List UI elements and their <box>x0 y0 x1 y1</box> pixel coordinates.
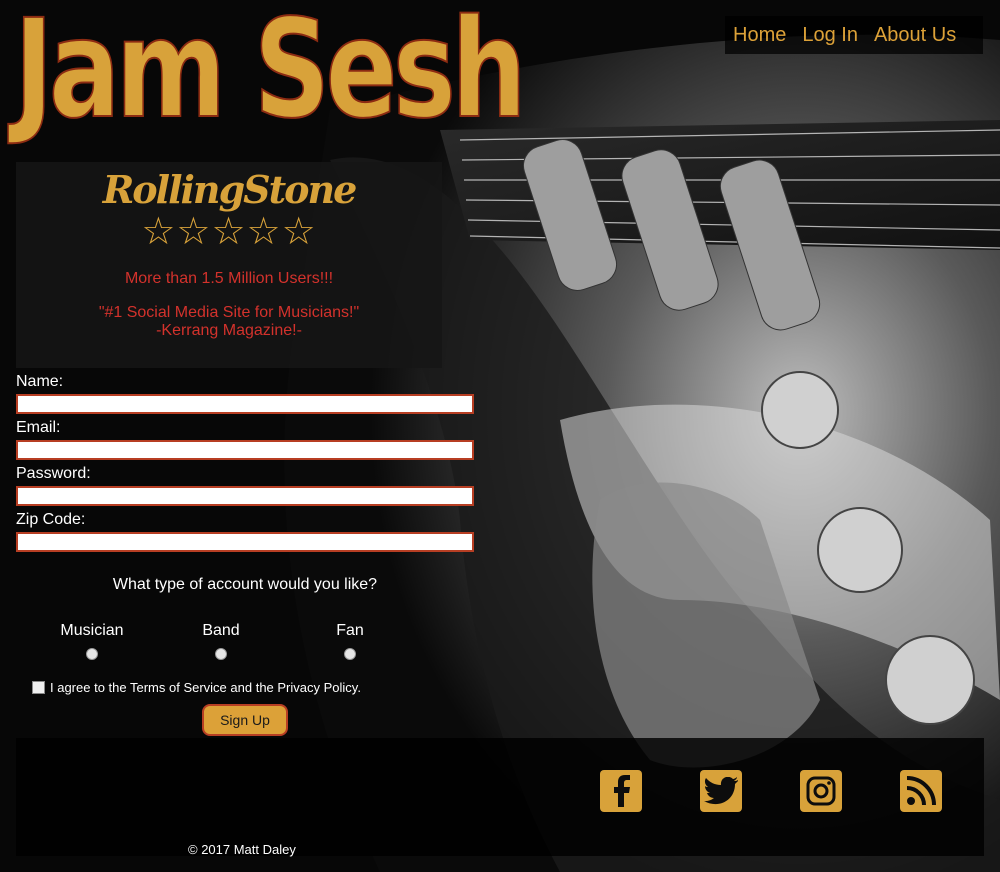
footer: © 2017 Matt Daley <box>16 738 984 857</box>
fan-radio[interactable] <box>344 648 356 660</box>
rating-stars-icon: ☆☆☆☆☆ <box>141 211 317 253</box>
account-type-question: What type of account would you like? <box>112 576 378 593</box>
press-box: RollingStone ☆☆☆☆☆ More than 1.5 Million… <box>16 162 442 368</box>
account-option-musician[interactable]: Musician <box>52 622 132 660</box>
terms-label: I agree to the Terms of Service and the … <box>50 680 361 695</box>
rss-icon[interactable] <box>900 770 942 812</box>
email-field[interactable] <box>16 440 474 460</box>
signup-form: Name: Email: Password: Zip Code: <box>16 372 476 556</box>
quote-source: -Kerrang Magazine!- <box>156 322 302 339</box>
terms-agreement[interactable]: I agree to the Terms of Service and the … <box>32 680 361 695</box>
user-count-text: More than 1.5 Million Users!!! <box>124 270 334 287</box>
nav-about-link[interactable]: About Us <box>874 24 956 47</box>
band-radio[interactable] <box>215 648 227 660</box>
password-label: Password: <box>16 465 91 482</box>
band-label: Band <box>202 622 240 639</box>
instagram-icon[interactable] <box>800 770 842 812</box>
musician-radio[interactable] <box>86 648 98 660</box>
site-logo[interactable]: Jam Sesh <box>13 1 527 139</box>
account-option-band[interactable]: Band <box>181 622 261 660</box>
password-field[interactable] <box>16 486 474 506</box>
copyright-text: © 2017 Matt Daley <box>188 842 296 857</box>
rolling-stone-logo: RollingStone <box>102 167 358 212</box>
top-nav: Home Log In About Us <box>725 16 983 54</box>
terms-checkbox[interactable] <box>32 681 45 694</box>
zip-field[interactable] <box>16 532 474 552</box>
twitter-icon[interactable] <box>700 770 742 812</box>
nav-login-link[interactable]: Log In <box>802 24 858 47</box>
name-field[interactable] <box>16 394 474 414</box>
sign-up-button[interactable]: Sign Up <box>202 704 288 736</box>
facebook-icon[interactable] <box>600 770 642 812</box>
name-label: Name: <box>16 373 64 390</box>
musician-label: Musician <box>60 622 124 639</box>
zip-label: Zip Code: <box>16 511 86 528</box>
press-quote: "#1 Social Media Site for Musicians!" -K… <box>16 304 442 340</box>
account-option-fan[interactable]: Fan <box>310 622 390 660</box>
nav-home-link[interactable]: Home <box>733 24 786 47</box>
email-label: Email: <box>16 419 61 436</box>
fan-label: Fan <box>336 622 364 639</box>
quote-text: "#1 Social Media Site for Musicians!" <box>98 304 360 321</box>
